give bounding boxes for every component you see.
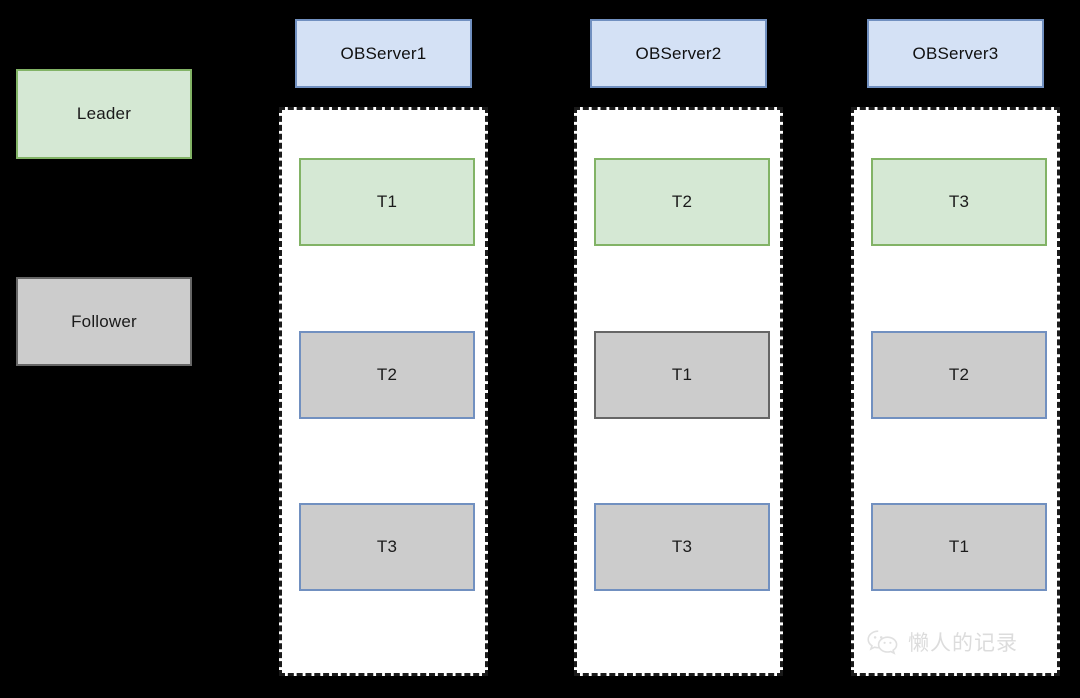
server-column: OBServer3 T3 T2 T1 (851, 0, 1080, 698)
server-name-label: OBServer3 (912, 43, 999, 63)
legend-leader-box: Leader (16, 69, 192, 159)
tablet-label: T1 (948, 537, 970, 556)
tablet-label: T2 (671, 192, 693, 211)
legend-leader-label: Leader (76, 104, 132, 123)
server-header[interactable]: OBServer2 (590, 19, 767, 88)
tablet-replica[interactable]: T1 (299, 158, 475, 246)
legend-follower-label: Follower (71, 311, 137, 331)
tablet-replica[interactable]: T2 (299, 331, 475, 419)
diagram-canvas: Leader Follower OBServer1 T1 T2 T3 OBServer2… (0, 0, 1080, 698)
tablet-label: T3 (948, 192, 970, 211)
tablet-label: T3 (376, 537, 398, 556)
tablet-replica[interactable]: T3 (594, 503, 770, 591)
legend-follower-box: Follower (16, 277, 192, 366)
tablet-replica[interactable]: T2 (871, 331, 1047, 419)
server-column: OBServer2 T2 T1 T3 (574, 0, 874, 698)
tablet-replica[interactable]: T1 (871, 503, 1047, 591)
server-header[interactable]: OBServer3 (867, 19, 1044, 88)
tablet-label: T1 (671, 365, 693, 384)
tablet-replica[interactable]: T3 (871, 158, 1047, 246)
tablet-label: T1 (376, 192, 398, 211)
server-name-label: OBServer2 (635, 43, 722, 63)
server-body: T1 T2 T3 (279, 107, 488, 676)
server-name-label: OBServer1 (340, 43, 427, 63)
server-body: T2 T1 T3 (574, 107, 783, 676)
tablet-replica[interactable]: T3 (299, 503, 475, 591)
server-header[interactable]: OBServer1 (295, 19, 472, 88)
server-column: OBServer1 T1 T2 T3 (279, 0, 579, 698)
tablet-label: T2 (948, 365, 970, 384)
tablet-label: T3 (671, 537, 693, 556)
tablet-replica[interactable]: T1 (594, 331, 770, 419)
tablet-label: T2 (376, 365, 398, 384)
tablet-replica[interactable]: T2 (594, 158, 770, 246)
server-body: T3 T2 T1 (851, 107, 1060, 676)
